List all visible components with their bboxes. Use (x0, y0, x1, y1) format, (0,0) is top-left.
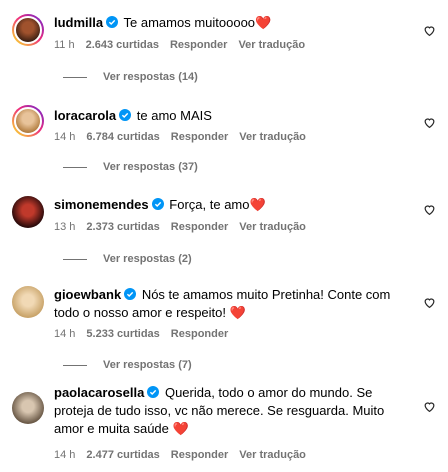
avatar[interactable] (12, 14, 44, 46)
see-translation-button[interactable]: Ver tradução (239, 221, 306, 233)
view-replies-label: Ver respostas (14) (103, 71, 198, 83)
verified-badge-icon (106, 16, 119, 28)
replies-divider (63, 364, 87, 366)
view-replies-button[interactable]: Ver respostas (14) (54, 70, 198, 84)
comment-likes[interactable]: 2.643 curtidas (86, 39, 159, 51)
verified-badge-icon (124, 288, 137, 300)
comment-time: 14 h (54, 328, 76, 340)
view-replies-label: Ver respostas (7) (103, 359, 192, 371)
comment-likes[interactable]: 6.784 curtidas (86, 131, 159, 143)
comment-username[interactable]: gioewbank (54, 287, 121, 302)
replies-divider (63, 166, 87, 168)
comment-text: Te amamos muitooooo❤️ (123, 15, 272, 30)
reply-button[interactable]: Responder (171, 449, 228, 461)
avatar[interactable] (12, 286, 44, 318)
verified-badge-icon (147, 386, 160, 398)
comment-text: te amo MAIS (136, 108, 212, 123)
reply-button[interactable]: Responder (171, 328, 228, 340)
comment-username[interactable]: loracarola (54, 108, 116, 123)
comment-text: Força, te amo❤️ (169, 197, 266, 212)
comments-list: ludmilla Te amamos muitooooo❤️ 11 h 2.643… (0, 0, 448, 472)
verified-badge-icon (119, 109, 132, 121)
view-replies-label: Ver respostas (2) (103, 253, 192, 265)
avatar[interactable] (12, 392, 44, 424)
avatar[interactable] (12, 196, 44, 228)
heart-outline-icon[interactable] (423, 116, 436, 129)
comment-likes[interactable]: 2.477 curtidas (86, 449, 159, 461)
reply-button[interactable]: Responder (171, 131, 228, 143)
comment-likes[interactable]: 2.373 curtidas (86, 221, 159, 233)
replies-divider (63, 76, 87, 78)
reply-button[interactable]: Responder (171, 221, 228, 233)
avatar[interactable] (12, 105, 44, 137)
view-replies-label: Ver respostas (37) (103, 161, 198, 173)
view-replies-button[interactable]: Ver respostas (2) (54, 252, 192, 266)
heart-outline-icon[interactable] (423, 400, 436, 413)
comment-time: 14 h (54, 449, 76, 461)
replies-divider (63, 258, 87, 260)
verified-badge-icon (151, 198, 164, 210)
comment-username[interactable]: simonemendes (54, 197, 149, 212)
heart-outline-icon[interactable] (423, 24, 436, 37)
comment-time: 14 h (54, 131, 76, 143)
comment-time: 11 h (54, 39, 75, 51)
comment-username[interactable]: paolacarosella (54, 385, 144, 400)
see-translation-button[interactable]: Ver tradução (239, 449, 306, 461)
reply-button[interactable]: Responder (170, 39, 227, 51)
see-translation-button[interactable]: Ver tradução (239, 131, 306, 143)
heart-outline-icon[interactable] (423, 296, 436, 309)
heart-outline-icon[interactable] (423, 203, 436, 216)
comment-time: 13 h (54, 221, 76, 233)
view-replies-button[interactable]: Ver respostas (7) (54, 358, 192, 372)
comment-username[interactable]: ludmilla (54, 15, 103, 30)
comment-likes[interactable]: 5.233 curtidas (86, 328, 159, 340)
view-replies-button[interactable]: Ver respostas (37) (54, 160, 198, 174)
see-translation-button[interactable]: Ver tradução (238, 39, 305, 51)
